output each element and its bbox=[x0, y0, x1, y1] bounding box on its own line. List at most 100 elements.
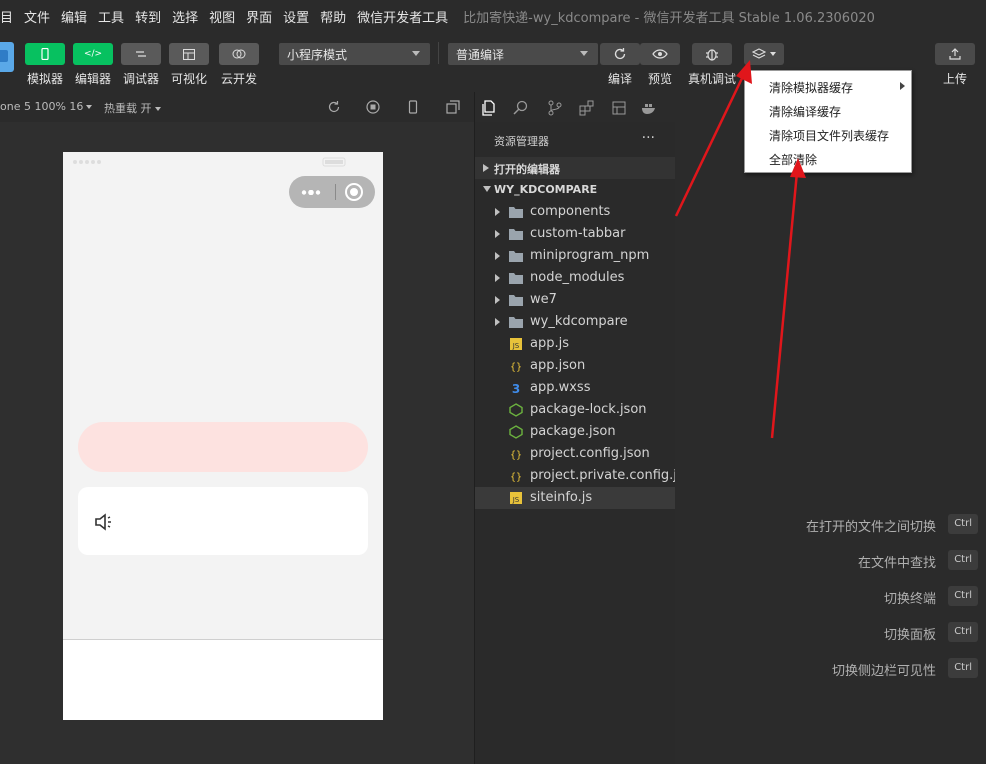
tree-folder-item[interactable]: wy_kdcompare bbox=[475, 311, 675, 333]
folder-icon bbox=[508, 293, 524, 307]
tree-item-label: package.json bbox=[530, 424, 616, 439]
tree-file-item[interactable]: {} app.json bbox=[475, 355, 675, 377]
chevron-right-icon bbox=[495, 252, 500, 260]
chevron-right-icon bbox=[495, 318, 500, 326]
menu-item-edit[interactable]: 编辑 bbox=[55, 7, 92, 26]
tree-file-item[interactable]: {} project.private.config.js... bbox=[475, 465, 675, 487]
menu-item-wechat-devtools[interactable]: 微信开发者工具 bbox=[351, 7, 453, 26]
close-target-icon[interactable] bbox=[345, 183, 363, 201]
cloud-toggle-button[interactable] bbox=[219, 43, 259, 65]
tree-item-label: app.wxss bbox=[530, 380, 591, 395]
json-icon: {} bbox=[508, 359, 524, 373]
section-project[interactable]: WY_KDCOMPARE bbox=[475, 179, 675, 201]
menu-item-interface[interactable]: 界面 bbox=[240, 7, 277, 26]
device-select[interactable]: one 5 100% 16 bbox=[0, 100, 93, 113]
menu-item-select[interactable]: 选择 bbox=[166, 7, 203, 26]
tree-file-item[interactable]: JS app.js bbox=[475, 333, 675, 355]
more-actions-icon[interactable]: ··· bbox=[642, 130, 655, 146]
bug-icon bbox=[706, 49, 718, 61]
visual-toggle-button[interactable] bbox=[169, 43, 209, 65]
menu-item-settings[interactable]: 设置 bbox=[277, 7, 314, 26]
tree-item-label: package-lock.json bbox=[530, 402, 647, 417]
tree-folder-item[interactable]: components bbox=[475, 201, 675, 223]
chevron-down-icon bbox=[770, 52, 776, 56]
code-icon: </> bbox=[83, 49, 103, 59]
folder-icon bbox=[508, 271, 524, 285]
files-icon[interactable] bbox=[481, 100, 497, 116]
chevron-right-icon bbox=[900, 82, 905, 90]
shortcut-label: 切换终端 bbox=[883, 592, 936, 607]
cloud-db-icon[interactable] bbox=[611, 100, 627, 116]
mode-select[interactable]: 小程序模式 bbox=[279, 43, 430, 65]
avatar[interactable] bbox=[0, 42, 14, 72]
phone-screen[interactable] bbox=[63, 152, 383, 720]
upload-button[interactable] bbox=[935, 43, 975, 65]
menu-item-clear-file-list-cache[interactable]: 清除项目文件列表缓存 bbox=[769, 127, 889, 144]
svg-text:JS: JS bbox=[512, 496, 520, 504]
chevron-down-icon bbox=[580, 51, 588, 56]
simulator-toggle-button[interactable] bbox=[25, 43, 65, 65]
svg-text:{}: {} bbox=[510, 362, 522, 373]
docker-icon[interactable] bbox=[641, 100, 657, 116]
menu-item-file[interactable]: 文件 bbox=[18, 7, 55, 26]
chevron-right-icon bbox=[495, 296, 500, 304]
editor-toggle-button[interactable]: </> bbox=[73, 43, 113, 65]
rotate-icon[interactable] bbox=[327, 100, 341, 114]
extensions-icon[interactable] bbox=[579, 100, 595, 116]
layout-icon bbox=[183, 48, 195, 60]
chevron-down-icon bbox=[154, 107, 161, 111]
tree-folder-item[interactable]: node_modules bbox=[475, 267, 675, 289]
activity-bar bbox=[475, 92, 675, 122]
tree-item-label: miniprogram_npm bbox=[530, 248, 650, 263]
eye-icon bbox=[652, 49, 668, 59]
tree-file-item[interactable]: 3 app.wxss bbox=[475, 377, 675, 399]
menu-item-clear-compile-cache[interactable]: 清除编译缓存 bbox=[769, 103, 841, 120]
speaker-icon bbox=[95, 513, 111, 531]
clear-cache-button[interactable] bbox=[744, 43, 784, 65]
shortcut-row: 切换侧边栏可见性 Ctrl bbox=[666, 656, 986, 680]
shortcut-label: 在打开的文件之间切换 bbox=[805, 520, 936, 535]
chevron-down-icon bbox=[412, 51, 420, 56]
menu-item-clear-simulator-cache[interactable]: 清除模拟器缓存 bbox=[769, 79, 853, 96]
simulator-toolbar: one 5 100% 16 热重载 开 bbox=[0, 92, 474, 122]
source-control-icon[interactable] bbox=[547, 100, 563, 116]
chevron-down-icon bbox=[483, 186, 491, 192]
more-dots-icon[interactable] bbox=[301, 190, 323, 195]
tree-file-item[interactable]: package-lock.json bbox=[475, 399, 675, 421]
shortcut-row: 在文件中查找 Ctrl bbox=[666, 548, 986, 572]
menu-item-clear-all[interactable]: 全部清除 bbox=[769, 151, 817, 168]
tree-file-item[interactable]: JS siteinfo.js bbox=[475, 487, 675, 509]
section-open-editors[interactable]: 打开的编辑器 bbox=[475, 157, 675, 179]
section-open-editors-label: 打开的编辑器 bbox=[494, 163, 560, 176]
search-icon[interactable] bbox=[513, 100, 529, 116]
chevron-right-icon bbox=[495, 274, 500, 282]
hot-reload-toggle[interactable]: 热重载 开 bbox=[104, 100, 161, 116]
tree-folder-item[interactable]: miniprogram_npm bbox=[475, 245, 675, 267]
explorer-title: 资源管理器 bbox=[494, 135, 549, 148]
real-device-debug-button[interactable] bbox=[692, 43, 732, 65]
tree-file-item[interactable]: {} project.config.json bbox=[475, 443, 675, 465]
menu-item-goto[interactable]: 转到 bbox=[129, 7, 166, 26]
phone-icon[interactable] bbox=[406, 100, 420, 114]
menu-item-tools[interactable]: 工具 bbox=[92, 7, 129, 26]
tree-item-label: project.private.config.js... bbox=[530, 468, 675, 483]
detach-window-icon[interactable] bbox=[446, 100, 460, 114]
tree-folder-item[interactable]: custom-tabbar bbox=[475, 223, 675, 245]
menu-item-help[interactable]: 帮助 bbox=[314, 7, 351, 26]
mini-program-capsule[interactable] bbox=[289, 176, 375, 208]
compile-select[interactable]: 普通编译 bbox=[448, 43, 598, 65]
shortcut-row: 切换终端 Ctrl bbox=[666, 584, 986, 608]
tree-folder-item[interactable]: we7 bbox=[475, 289, 675, 311]
menu-item-view[interactable]: 视图 bbox=[203, 7, 240, 26]
folder-icon bbox=[508, 315, 524, 329]
cloud-icon bbox=[232, 49, 246, 59]
debugger-toggle-button[interactable] bbox=[121, 43, 161, 65]
preview-button[interactable] bbox=[640, 43, 680, 65]
folder-icon bbox=[508, 227, 524, 241]
shortcut-key: Ctrl bbox=[948, 514, 978, 534]
record-icon[interactable] bbox=[366, 100, 380, 114]
tree-item-label: siteinfo.js bbox=[530, 490, 593, 505]
tree-file-item[interactable]: package.json bbox=[475, 421, 675, 443]
menu-item-project[interactable]: 目 bbox=[0, 7, 18, 26]
compile-button[interactable] bbox=[600, 43, 640, 65]
